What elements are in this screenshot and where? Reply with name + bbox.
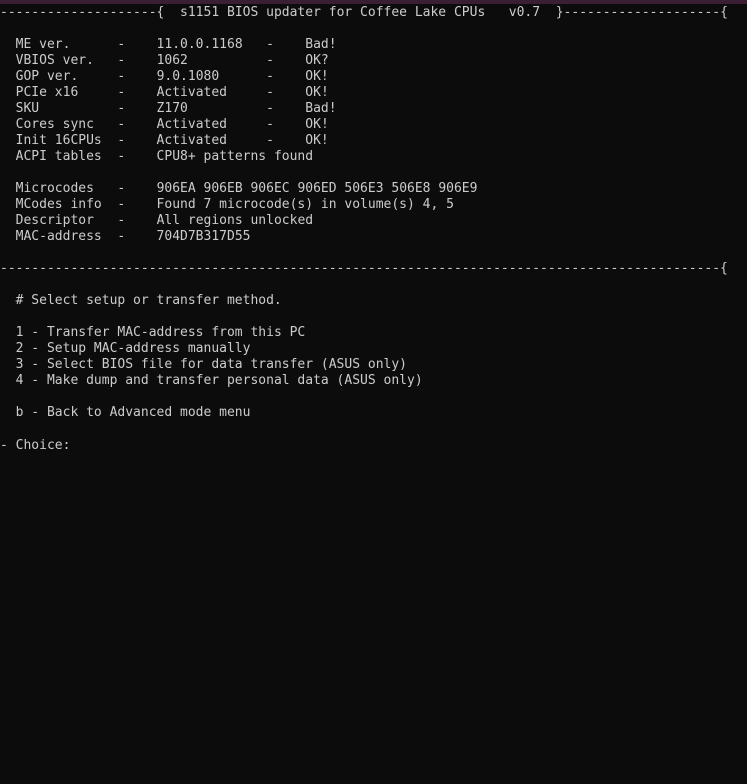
info-status: OK! <box>305 69 329 84</box>
info-value: 11.0.0.1168 <box>156 37 243 52</box>
info-row-me: ME ver. - 11.0.0.1168 - Bad! <box>15 37 337 52</box>
menu-option-key: b <box>15 405 24 420</box>
detail-label: Microcodes <box>15 181 94 196</box>
menu-option-label: Select BIOS file for data transfer (ASUS… <box>46 357 407 372</box>
menu-option-label: Back to Advanced mode menu <box>46 405 251 420</box>
info-status: OK! <box>305 85 329 100</box>
menu-option-key: 4 <box>15 373 24 388</box>
menu-option-1[interactable]: 1 - Transfer MAC-address from this PC <box>0 325 306 341</box>
menu-option-3[interactable]: 3 - Select BIOS file for data transfer (… <box>0 357 407 373</box>
menu-option-back[interactable]: b - Back to Advanced mode menu <box>0 405 251 421</box>
detail-row-descriptor: Descriptor - All regions unlocked <box>15 213 314 228</box>
menu-option-key: 2 <box>15 341 24 356</box>
info-label: PCIe x16 <box>15 85 79 100</box>
menu-option-key: 3 <box>15 357 24 372</box>
detail-label: Descriptor <box>15 213 94 228</box>
console-window[interactable]: --------------------{ s1151 BIOS updater… <box>0 0 747 466</box>
info-value: Activated <box>156 117 228 132</box>
menu-option-key: 1 <box>15 325 24 340</box>
info-value: Activated <box>156 85 228 100</box>
detail-row-mcodes-info: MCodes info - Found 7 microcode(s) in vo… <box>15 197 454 212</box>
info-row-init-cpus: Init 16CPUs - Activated - OK! <box>15 133 329 148</box>
info-status: OK! <box>305 133 329 148</box>
detail-label: MCodes info <box>15 197 102 212</box>
info-row-acpi: ACPI tables - CPU8+ patterns found <box>15 149 314 164</box>
info-row-cores-sync: Cores sync - Activated - OK! <box>15 117 329 132</box>
text-cursor[interactable] <box>78 437 86 451</box>
info-label: Cores sync <box>15 117 94 132</box>
menu-option-2[interactable]: 2 - Setup MAC-address manually <box>0 341 251 357</box>
detail-label: MAC-address <box>15 229 102 244</box>
menu-option-label: Setup MAC-address manually <box>46 341 251 356</box>
menu-heading-line: # Select setup or transfer method. <box>0 293 282 309</box>
detail-row-microcodes: Microcodes - 906EA 906EB 906EC 906ED 506… <box>15 181 478 196</box>
info-row-pcie: PCIe x16 - Activated - OK! <box>15 85 329 100</box>
info-row-sku: SKU - Z170 - Bad! <box>15 101 337 116</box>
info-label: GOP ver. <box>15 69 79 84</box>
detail-value: 906EA 906EB 906EC 906ED 506E3 506E8 906E… <box>156 181 478 196</box>
menu-option-label: Transfer MAC-address from this PC <box>46 325 306 340</box>
detail-value: Found 7 microcode(s) in volume(s) 4, 5 <box>156 197 454 212</box>
menu-option-4[interactable]: 4 - Make dump and transfer personal data… <box>0 373 423 389</box>
info-value: Z170 <box>156 101 188 116</box>
detail-value: All regions unlocked <box>156 213 314 228</box>
header-line: --------------------{ s1151 BIOS updater… <box>0 5 728 21</box>
info-value: CPU8+ patterns found <box>156 149 314 164</box>
info-label: VBIOS ver. <box>15 53 94 68</box>
detail-row-mac: MAC-address - 704D7B317D55 <box>15 229 251 244</box>
section-separator: ----------------------------------------… <box>0 261 728 276</box>
prompt-left-mark: - <box>0 438 8 453</box>
info-status: OK! <box>305 117 329 132</box>
info-status: OK? <box>305 53 329 68</box>
info-label: Init 16CPUs <box>15 133 102 148</box>
info-label: ACPI tables <box>15 149 102 164</box>
menu-heading: # Select setup or transfer method. <box>15 293 282 308</box>
info-value: 9.0.1080 <box>156 69 220 84</box>
info-value: Activated <box>156 133 227 148</box>
app-title: s1151 BIOS updater for Coffee Lake CPUs <box>180 5 486 20</box>
info-label: SKU <box>15 101 40 116</box>
choice-prompt-label: Choice: <box>15 438 71 453</box>
menu-option-label: Make dump and transfer personal data (AS… <box>46 373 423 388</box>
header-right-rule: }--------------------{ <box>555 5 728 20</box>
info-value: 1062 <box>156 53 188 68</box>
app-version: v0.7 <box>508 5 541 20</box>
info-label: ME ver. <box>15 37 71 52</box>
info-status: Bad! <box>305 101 337 116</box>
info-row-vbios: VBIOS ver. - 1062 - OK? <box>15 53 329 68</box>
info-status: Bad! <box>305 37 337 52</box>
info-row-gop: GOP ver. - 9.0.1080 - OK! <box>15 69 329 84</box>
choice-prompt-line[interactable]: - Choice: <box>0 437 86 453</box>
header-left-rule: --------------------{ <box>0 5 165 20</box>
detail-value: 704D7B317D55 <box>156 229 251 244</box>
